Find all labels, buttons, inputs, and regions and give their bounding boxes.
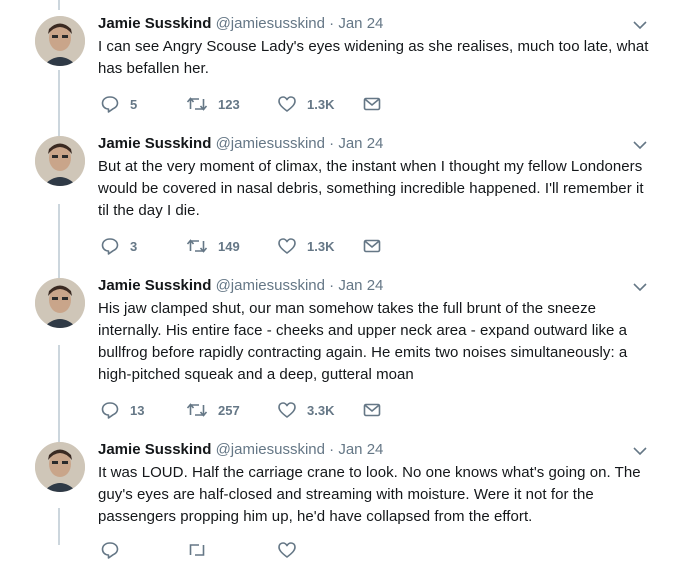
retweet-count: 257 [218,402,240,418]
heart-icon [278,542,296,558]
separator-dot: · [329,277,335,294]
like-count: 1.3K [307,96,335,112]
reply-count: 5 [130,96,138,112]
tweet-header: Jamie Susskind @jamiesusskind · Jan 24 [98,134,383,154]
avatar[interactable] [35,16,85,66]
retweet-count: 123 [218,96,240,112]
author-name[interactable]: Jamie Susskind [98,15,211,32]
author-handle[interactable]: @jamiesusskind [216,15,325,32]
direct-message-button[interactable] [362,93,382,115]
separator-dot: · [329,135,335,152]
envelope-icon [363,97,381,111]
avatar[interactable] [35,278,85,328]
tweet-text: It was LOUD. Half the carriage crane to … [98,464,641,525]
author-name[interactable]: Jamie Susskind [98,135,211,152]
reply-icon [101,542,119,559]
tweet-header: Jamie Susskind @jamiesusskind · Jan 24 [98,276,383,296]
envelope-icon [363,239,381,253]
tweet-date[interactable]: Jan 24 [338,15,383,32]
tweet-date[interactable]: Jan 24 [338,135,383,152]
retweet-icon [189,544,205,556]
author-name[interactable]: Jamie Susskind [98,277,211,294]
retweet-icon [186,97,208,111]
author-handle[interactable]: @jamiesusskind [216,277,325,294]
author-name[interactable]: Jamie Susskind [98,441,211,458]
tweet[interactable]: Jamie Susskind @jamiesusskind · Jan 24 B… [0,128,680,268]
tweet[interactable]: Jamie Susskind @jamiesusskind · Jan 24 I… [0,434,680,559]
heart-icon [278,238,296,254]
like-button[interactable]: 3.3K [277,399,334,421]
like-count: 1.3K [307,238,335,254]
author-handle[interactable]: @jamiesusskind [216,441,325,458]
tweet-actions: 3 149 1.3K [100,235,400,257]
tweet-actions: 13 257 3.3K [100,399,400,421]
tweet-text: But at the very moment of climax, the in… [98,158,644,219]
separator-dot: · [329,441,335,458]
retweet-icon [186,239,208,253]
like-button[interactable] [277,539,297,561]
envelope-icon [363,403,381,417]
retweet-icon [186,403,208,417]
retweet-button[interactable]: 257 [186,399,240,421]
tweet-actions: 5 123 1.3K [100,93,400,115]
chevron-down-icon[interactable] [632,281,648,293]
direct-message-button[interactable] [362,399,382,421]
avatar[interactable] [35,136,85,186]
tweet-header: Jamie Susskind @jamiesusskind · Jan 24 [98,440,383,460]
retweet-count: 149 [218,238,240,254]
chevron-down-icon[interactable] [632,19,648,31]
reply-icon [101,402,119,419]
retweet-button[interactable]: 149 [186,235,240,257]
reply-button[interactable]: 3 [100,235,137,257]
reply-button[interactable] [100,539,120,561]
author-handle[interactable]: @jamiesusskind [216,135,325,152]
tweet-text: His jaw clamped shut, our man somehow ta… [98,300,628,383]
chevron-down-icon[interactable] [632,445,648,457]
heart-icon [278,402,296,418]
tweet-date[interactable]: Jan 24 [338,441,383,458]
tweet-actions [100,539,400,561]
tweet-text: I can see Angry Scouse Lady's eyes widen… [98,38,649,77]
like-button[interactable]: 1.3K [277,235,334,257]
retweet-button[interactable] [186,539,208,561]
reply-button[interactable]: 13 [100,399,144,421]
reply-button[interactable]: 5 [100,93,137,115]
like-count: 3.3K [307,402,335,418]
chevron-down-icon[interactable] [632,139,648,151]
like-button[interactable]: 1.3K [277,93,334,115]
tweet-date[interactable]: Jan 24 [338,277,383,294]
tweet[interactable]: Jamie Susskind @jamiesusskind · Jan 24 H… [0,270,680,435]
retweet-button[interactable]: 123 [186,93,240,115]
reply-icon [101,96,119,113]
avatar[interactable] [35,442,85,492]
tweet-header: Jamie Susskind @jamiesusskind · Jan 24 [98,14,383,34]
heart-icon [278,96,296,112]
reply-count: 13 [130,402,145,418]
tweet[interactable]: Jamie Susskind @jamiesusskind · Jan 24 I… [0,8,680,128]
reply-count: 3 [130,238,138,254]
direct-message-button[interactable] [362,235,382,257]
reply-icon [101,238,119,255]
separator-dot: · [329,15,335,32]
